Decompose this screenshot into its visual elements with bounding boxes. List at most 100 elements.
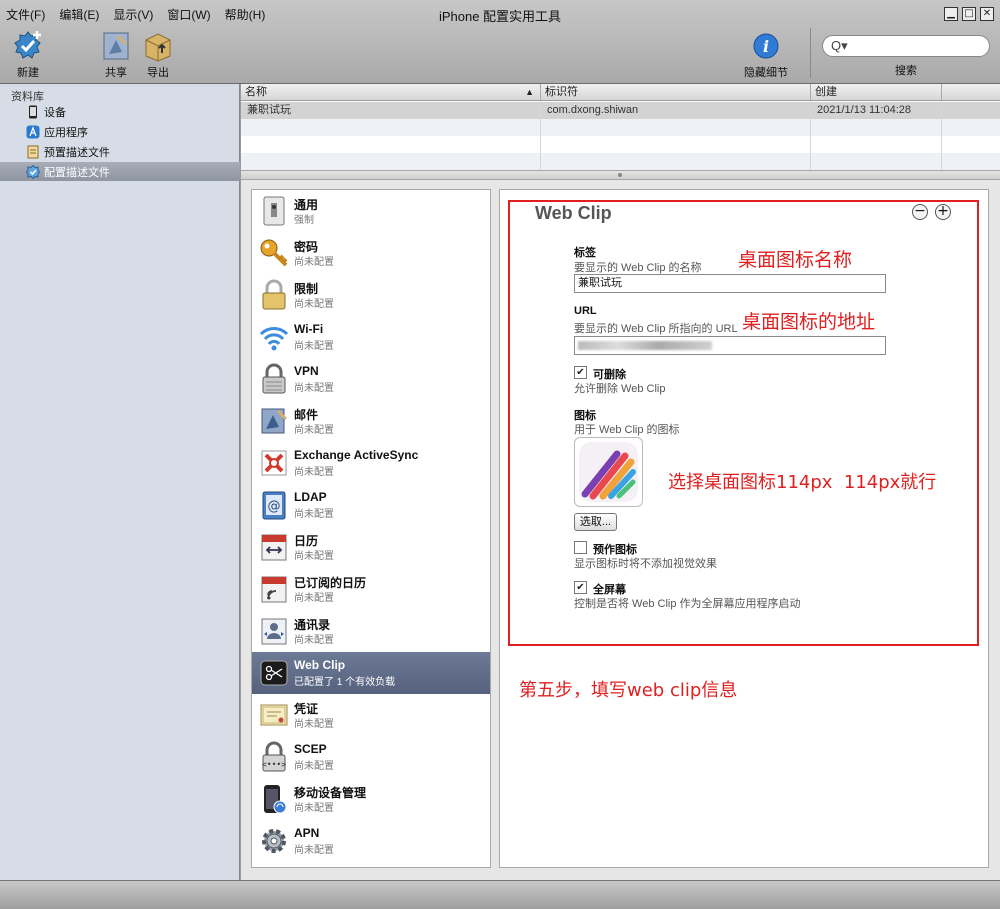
share-icon	[100, 30, 132, 62]
label-field[interactable]: 兼职试玩	[574, 274, 886, 293]
column-header-created[interactable]: 创建	[811, 84, 942, 101]
toolbar-divider	[810, 28, 811, 78]
gear-icon	[258, 825, 290, 857]
table-header: 名称 ▲ 标识符 创建	[241, 84, 1000, 101]
removable-description: 允许删除 Web Clip	[574, 383, 666, 395]
label-field-title: 标签	[574, 247, 596, 259]
annotation-icon-url: 桌面图标的地址	[742, 311, 876, 333]
annotation-icon-size: 选择桌面图标114px 114px就行	[668, 472, 937, 493]
annotation-step-five: 第五步，填写web clip信息	[519, 680, 738, 701]
web-clip-icon	[258, 657, 290, 689]
mail-icon	[258, 405, 290, 437]
payload-item-web-clip[interactable]: Web Clip 已配置了 1 个有效负载	[252, 652, 490, 694]
mdm-icon	[258, 783, 290, 815]
sidebar-item-config-profiles[interactable]: 配置描述文件	[0, 162, 240, 181]
payload-item-general[interactable]: 通用 强制	[252, 190, 490, 232]
window-title: iPhone 配置实用工具	[438, 9, 562, 24]
pane-splitter[interactable]	[241, 170, 1000, 180]
fullscreen-description: 控制是否将 Web Clip 作为全屏幕应用程序启动	[574, 598, 801, 610]
export-button[interactable]: 导出	[140, 30, 176, 80]
key-icon	[258, 237, 290, 269]
new-button[interactable]: 新建	[10, 30, 46, 80]
hide-details-button[interactable]: i 隐藏细节	[740, 30, 792, 80]
minimize-button[interactable]: ▁	[944, 7, 958, 21]
payload-item-ldap[interactable]: @ LDAP 尚未配置	[252, 484, 490, 526]
url-field-description: 要显示的 Web Clip 所指向的 URL	[574, 323, 738, 335]
payload-status: 尚未配置	[294, 383, 334, 394]
payload-status: 已配置了 1 个有效负载	[294, 677, 396, 688]
lock-icon	[258, 279, 290, 311]
sort-ascending-icon: ▲	[525, 87, 534, 97]
profiles-table: 名称 ▲ 标识符 创建 兼职试玩 com.dxong.shiwan 2021/1…	[241, 84, 1000, 170]
wifi-icon	[258, 321, 290, 353]
new-profile-icon	[12, 30, 44, 62]
app-icon	[26, 125, 40, 139]
payload-list: 通用 强制 密码 尚未配置 限制 尚未配置 Wi-Fi 尚未配置 VPN 尚未配…	[251, 189, 491, 868]
payload-item-scep[interactable]: <•••> SCEP 尚未配置	[252, 736, 490, 778]
payload-item-subscribed-calendar[interactable]: 已订阅的日历 尚未配置	[252, 568, 490, 610]
search-input[interactable]: Q▾	[822, 35, 990, 57]
removable-checkbox[interactable]: ✔	[574, 366, 587, 379]
general-icon	[258, 195, 290, 227]
payload-item-credentials[interactable]: 凭证 尚未配置	[252, 694, 490, 736]
sidebar-item-label: 预置描述文件	[44, 146, 110, 159]
export-box-icon	[142, 30, 174, 62]
vpn-lock-icon	[258, 363, 290, 395]
payload-item-wifi[interactable]: Wi-Fi 尚未配置	[252, 316, 490, 358]
fullscreen-checkbox[interactable]: ✔	[574, 581, 587, 594]
payload-item-passcode[interactable]: 密码 尚未配置	[252, 232, 490, 274]
export-label: 导出	[147, 67, 169, 79]
search-icon: Q▾	[831, 38, 848, 53]
payload-name: VPN	[294, 364, 319, 378]
payload-item-exchange[interactable]: Exchange ActiveSync 尚未配置	[252, 442, 490, 484]
certificate-icon	[258, 699, 290, 731]
payload-name: Web Clip	[294, 658, 346, 672]
svg-text:<•••>: <•••>	[262, 760, 286, 769]
payload-item-apn[interactable]: APN 尚未配置	[252, 820, 490, 862]
column-divider	[941, 101, 942, 170]
subscribed-calendar-icon	[258, 573, 290, 605]
exchange-icon	[258, 447, 290, 479]
sidebar-item-devices[interactable]: 设备	[0, 102, 240, 121]
payload-item-contacts[interactable]: 通讯录 尚未配置	[252, 610, 490, 652]
close-button[interactable]: ✕	[980, 7, 994, 21]
column-header-identifier[interactable]: 标识符	[541, 84, 811, 101]
payload-status: 尚未配置	[294, 845, 334, 856]
sidebar-item-label: 配置描述文件	[44, 166, 110, 179]
url-redacted-value	[578, 341, 712, 350]
scep-icon: <•••>	[258, 741, 290, 773]
annotation-icon-name: 桌面图标名称	[738, 249, 853, 271]
sidebar-item-provisioning[interactable]: 预置描述文件	[0, 142, 240, 161]
payload-name: Wi-Fi	[294, 322, 324, 336]
svg-text:@: @	[268, 499, 281, 514]
search-label: 搜索	[895, 65, 917, 77]
svg-text:i: i	[763, 37, 769, 56]
hide-details-label: 隐藏细节	[744, 67, 788, 79]
add-payload-button[interactable]: +	[935, 204, 951, 220]
new-label: 新建	[17, 67, 39, 79]
url-field-title: URL	[574, 305, 597, 317]
choose-icon-button[interactable]: 选取...	[574, 513, 617, 531]
splitter-grip-icon	[618, 173, 622, 177]
payload-name: Exchange ActiveSync	[294, 448, 419, 462]
payload-item-mdm[interactable]: 移动设备管理 尚未配置	[252, 778, 490, 820]
precomposed-checkbox[interactable]	[574, 541, 587, 554]
payload-item-mail[interactable]: 邮件 尚未配置	[252, 400, 490, 442]
payload-item-restrictions[interactable]: 限制 尚未配置	[252, 274, 490, 316]
device-icon	[26, 105, 40, 119]
info-icon: i	[750, 30, 782, 62]
sidebar-item-apps[interactable]: 应用程序	[0, 122, 240, 141]
cell-identifier: com.dxong.shiwan	[547, 104, 639, 116]
table-row[interactable]: 兼职试玩 com.dxong.shiwan 2021/1/13 11:04:28	[241, 102, 1000, 119]
maximize-button[interactable]: □	[962, 7, 976, 21]
remove-payload-button[interactable]: −	[912, 204, 928, 220]
cell-created: 2021/1/13 11:04:28	[817, 104, 911, 116]
web-clip-title: Web Clip	[535, 203, 612, 223]
column-header-name[interactable]: 名称 ▲	[241, 84, 541, 101]
payload-item-vpn[interactable]: VPN 尚未配置	[252, 358, 490, 400]
web-clip-icon-preview[interactable]	[574, 437, 643, 507]
payload-item-calendar[interactable]: 日历 尚未配置	[252, 526, 490, 568]
share-button[interactable]: 共享	[98, 30, 134, 80]
label-field-description: 要显示的 Web Clip 的名称	[574, 262, 702, 274]
payload-status: 尚未配置	[294, 257, 334, 268]
